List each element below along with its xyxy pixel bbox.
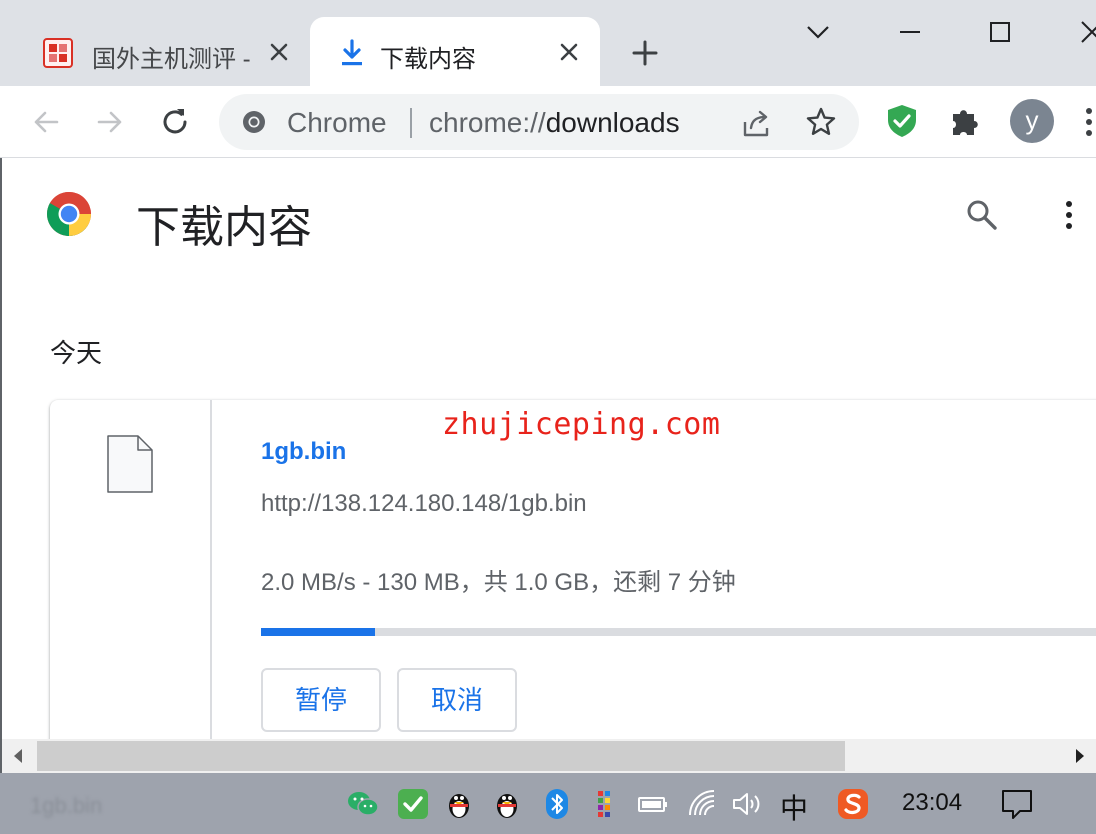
browser-toolbar: Chrome chrome://downloads y	[0, 86, 1096, 158]
downloads-page: 下载内容 今天 1gb.bin http://138.124.180.148/1…	[2, 159, 1096, 740]
tab-close-icon[interactable]	[266, 39, 292, 65]
chrome-menu-icon[interactable]	[1082, 104, 1096, 140]
tab-inactive[interactable]: 国外主机测评 -	[22, 17, 308, 86]
color-grid-icon[interactable]	[588, 787, 622, 821]
chevron-down-icon[interactable]	[796, 10, 840, 54]
scrollbar-thumb[interactable]	[37, 741, 845, 771]
file-icon	[107, 435, 153, 493]
new-tab-plus-icon[interactable]	[628, 36, 662, 70]
forward-arrow-icon[interactable]	[92, 104, 128, 140]
date-heading: 今天	[50, 338, 103, 368]
cancel-button[interactable]: 取消	[397, 668, 517, 732]
share-icon[interactable]	[741, 108, 773, 138]
puzzle-extensions-icon[interactable]	[948, 103, 984, 139]
scroll-left-arrow-icon[interactable]	[2, 739, 36, 773]
url-text[interactable]: chrome://downloads	[429, 107, 680, 139]
chrome-logo-icon	[243, 111, 265, 133]
volume-icon[interactable]	[730, 787, 764, 821]
download-status: 2.0 MB/s - 130 MB，共 1.0 GB，还剩 7 分钟	[261, 569, 736, 596]
qq-penguin-icon[interactable]	[442, 787, 476, 821]
source-url-link[interactable]: http://138.124.180.148/1gb.bin	[261, 490, 587, 518]
scroll-right-arrow-icon[interactable]	[1062, 739, 1096, 773]
chrome-logo-icon	[46, 192, 91, 237]
battery-icon[interactable]	[636, 787, 670, 821]
shield-check-icon[interactable]	[884, 103, 920, 139]
tab-active[interactable]: 下载内容	[310, 17, 600, 86]
progress-fill	[261, 628, 376, 636]
wifi-icon[interactable]	[686, 787, 720, 821]
input-method-indicator[interactable]: 中	[780, 787, 808, 827]
tab-title: 国外主机测评 -	[92, 46, 251, 73]
minimize-icon[interactable]	[888, 10, 932, 54]
back-arrow-icon[interactable]	[28, 104, 64, 140]
sogou-input-icon[interactable]	[836, 787, 870, 821]
url-scheme: chrome://	[429, 107, 546, 138]
security-check-icon[interactable]	[396, 787, 430, 821]
wechat-icon[interactable]	[346, 787, 380, 821]
more-vert-icon[interactable]	[1062, 199, 1076, 231]
download-item-card: 1gb.bin http://138.124.180.148/1gb.bin 2…	[50, 400, 1096, 740]
search-icon[interactable]	[964, 197, 1000, 233]
page-title: 下载内容	[136, 203, 312, 252]
qq-penguin-icon[interactable]	[490, 787, 524, 821]
tab-close-icon[interactable]	[556, 39, 582, 65]
tab-strip: 国外主机测评 - 下载内容	[0, 0, 1096, 86]
pause-button[interactable]: 暂停	[261, 668, 381, 732]
maximize-icon[interactable]	[978, 10, 1022, 54]
bluetooth-icon[interactable]	[540, 787, 574, 821]
horizontal-scrollbar[interactable]	[2, 739, 1096, 773]
windows-taskbar: 1gb.bin 中 23:04	[0, 773, 1096, 834]
clock-time[interactable]: 23:04	[902, 789, 962, 817]
progress-bar	[261, 628, 1096, 636]
red-seal-icon	[43, 38, 73, 68]
bookmark-star-icon[interactable]	[805, 106, 837, 138]
divider	[410, 108, 412, 138]
address-bar[interactable]: Chrome chrome://downloads	[219, 94, 859, 150]
watermark-text: zhujiceping.com	[442, 407, 721, 442]
url-host: downloads	[545, 107, 680, 138]
notification-center-icon[interactable]	[1000, 787, 1034, 821]
profile-avatar[interactable]: y	[1010, 99, 1054, 143]
close-icon[interactable]	[1070, 10, 1096, 54]
taskbar-preview-text: 1gb.bin	[30, 793, 103, 818]
reload-icon[interactable]	[157, 104, 193, 140]
tab-title: 下载内容	[380, 46, 476, 73]
file-icon-column	[50, 400, 212, 740]
site-chip-label: Chrome	[287, 107, 387, 138]
file-name-link[interactable]: 1gb.bin	[261, 438, 346, 466]
download-arrow-icon	[342, 39, 362, 66]
